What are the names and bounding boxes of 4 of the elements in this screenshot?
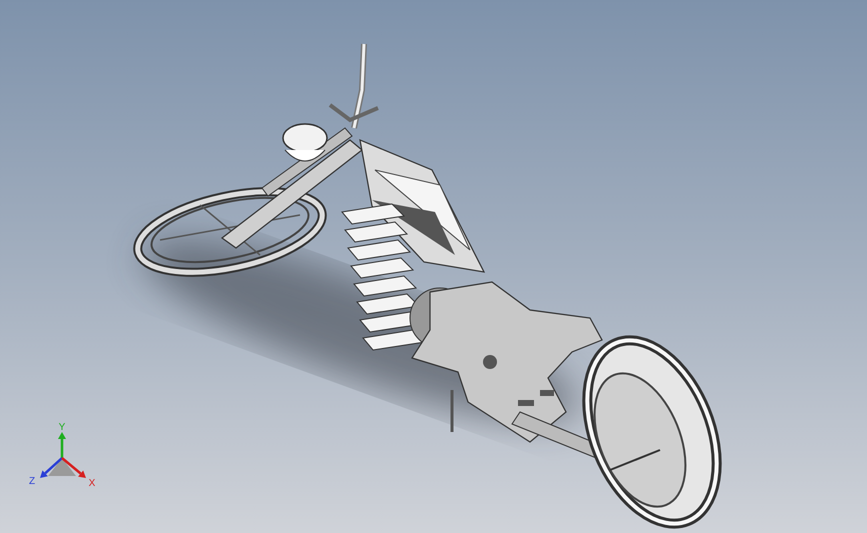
axis-label: X <box>88 478 96 489</box>
axis-label: Z <box>28 476 36 487</box>
axis-label: Y <box>58 422 66 433</box>
triad-base-icon <box>48 458 76 476</box>
